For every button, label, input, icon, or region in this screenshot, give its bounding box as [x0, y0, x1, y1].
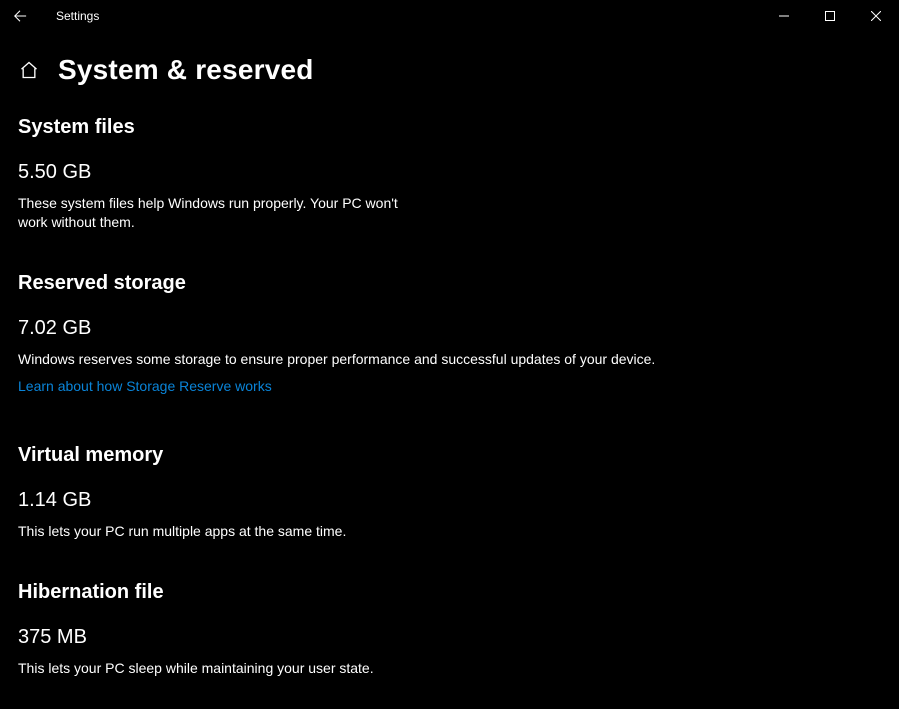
- window-controls: [761, 0, 899, 32]
- close-button[interactable]: [853, 0, 899, 32]
- minimize-button[interactable]: [761, 0, 807, 32]
- section-title: System files: [18, 116, 869, 139]
- section-size: 375 MB: [18, 626, 869, 649]
- window-title: Settings: [56, 9, 99, 23]
- page-header: System & reserved: [18, 54, 869, 86]
- storage-reserve-link[interactable]: Learn about how Storage Reserve works: [18, 378, 272, 394]
- section-title: Hibernation file: [18, 581, 869, 604]
- section-size: 7.02 GB: [18, 317, 869, 340]
- back-button[interactable]: [0, 0, 40, 32]
- section-title: Reserved storage: [18, 272, 869, 295]
- section-system-files: System files 5.50 GB These system files …: [18, 116, 869, 232]
- page-heading: System & reserved: [58, 54, 314, 86]
- home-icon[interactable]: [18, 59, 40, 81]
- titlebar: Settings: [0, 0, 899, 32]
- section-description: This lets your PC sleep while maintainin…: [18, 659, 658, 678]
- section-reserved-storage: Reserved storage 7.02 GB Windows reserve…: [18, 272, 869, 396]
- section-description: These system files help Windows run prop…: [18, 194, 428, 232]
- section-description: This lets your PC run multiple apps at t…: [18, 522, 658, 541]
- section-size: 5.50 GB: [18, 161, 869, 184]
- section-title: Virtual memory: [18, 444, 869, 467]
- maximize-button[interactable]: [807, 0, 853, 32]
- content-area: System & reserved System files 5.50 GB T…: [0, 54, 899, 678]
- section-virtual-memory: Virtual memory 1.14 GB This lets your PC…: [18, 444, 869, 541]
- section-description: Windows reserves some storage to ensure …: [18, 350, 658, 369]
- section-hibernation-file: Hibernation file 375 MB This lets your P…: [18, 581, 869, 678]
- section-size: 1.14 GB: [18, 489, 869, 512]
